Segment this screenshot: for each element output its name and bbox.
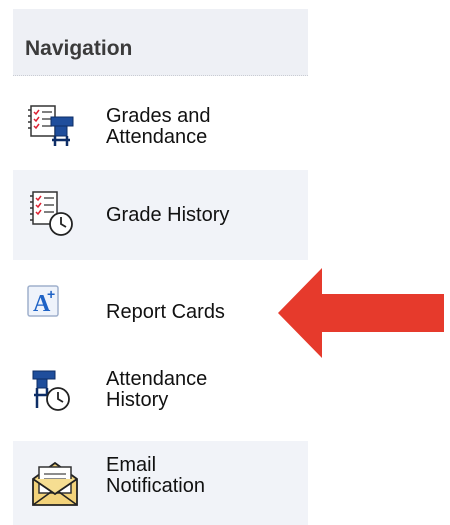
grades-attendance-icon	[25, 100, 81, 156]
nav-item-label-line1: Attendance	[106, 368, 208, 390]
nav-item-label-line1: Email	[106, 454, 157, 476]
grade-history-icon	[25, 186, 81, 242]
nav-item-attendance-history[interactable]: Attendance History	[13, 357, 308, 440]
nav-item-label: Grade History	[106, 205, 229, 226]
nav-title: Navigation	[25, 37, 133, 60]
attendance-history-icon	[25, 367, 81, 423]
red-arrow-icon	[278, 268, 444, 358]
nav-item-grades-and-attendance[interactable]: Grades and Attendance	[13, 90, 308, 168]
nav-item-email-notification[interactable]: Email Notification	[13, 441, 308, 525]
nav-item-label-line1: Grades and	[106, 105, 211, 127]
email-notification-icon	[25, 453, 81, 509]
nav-item-label-line2: Attendance	[106, 126, 208, 148]
nav-item-label: Report Cards	[106, 302, 225, 323]
report-card-icon: A +	[25, 282, 81, 338]
nav-item-grade-history[interactable]: Grade History	[13, 170, 308, 260]
nav-item-label: Grades and Attendance	[106, 106, 211, 148]
nav-item-label-line1: Grade History	[106, 204, 230, 226]
report-card-icon-plus: +	[47, 286, 55, 302]
nav-item-label-line2: History	[106, 389, 169, 411]
nav-item-label: Attendance History	[106, 369, 207, 411]
nav-item-report-cards[interactable]: A + Report Cards	[13, 262, 308, 357]
navigation-panel: Navigation Grades and Attendance Grade H…	[13, 0, 308, 525]
nav-item-label-line1: Report Cards	[106, 301, 225, 323]
nav-header: Navigation	[13, 9, 308, 76]
nav-item-label: Email Notification	[106, 455, 205, 497]
nav-item-label-line2: Notification	[106, 475, 205, 497]
